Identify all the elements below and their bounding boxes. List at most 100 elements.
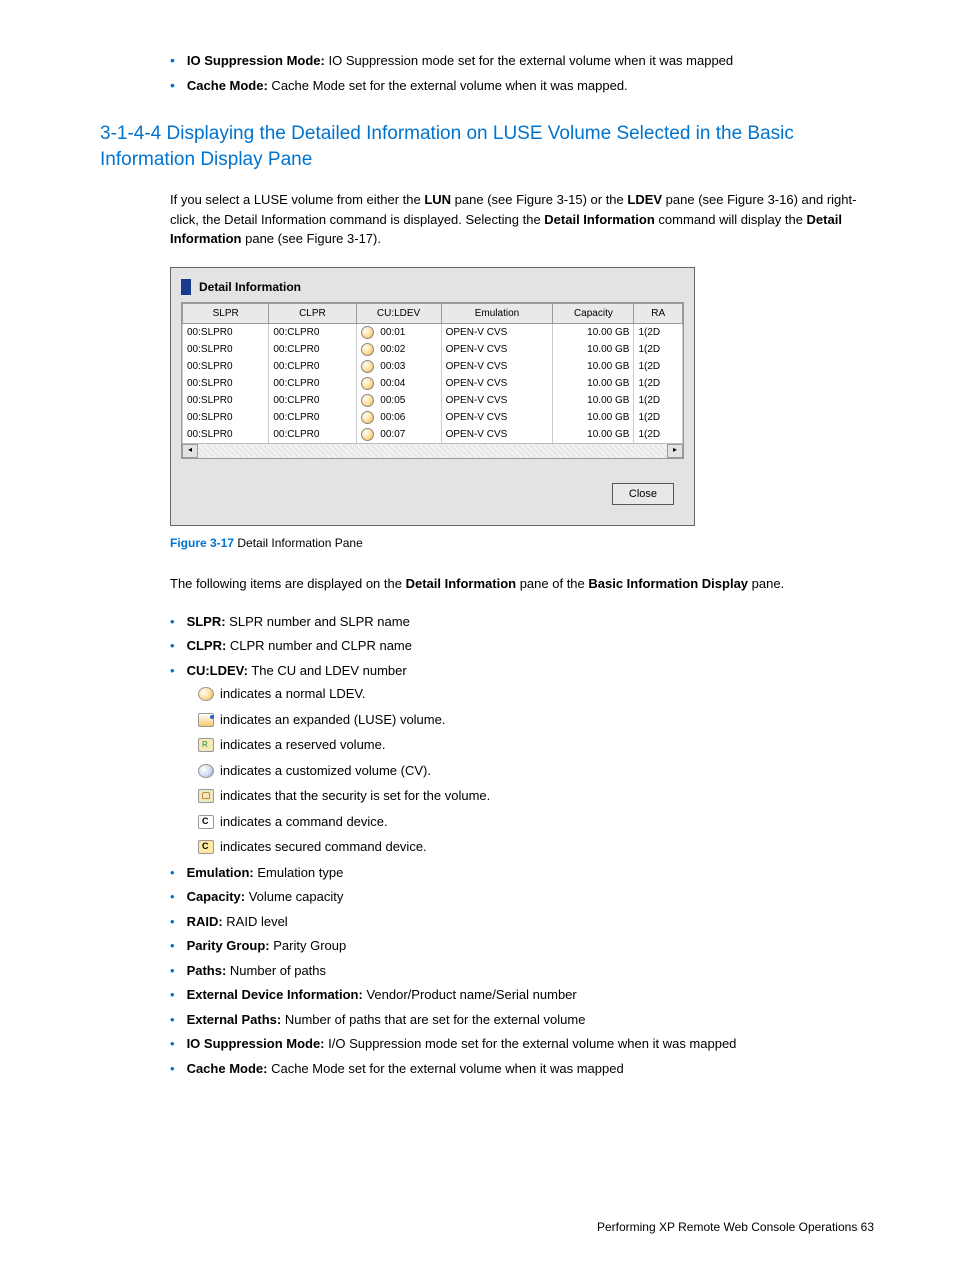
table-row[interactable]: 00:SLPR000:CLPR0 00:05OPEN-V CVS10.00 GB… <box>183 392 683 409</box>
cell-slpr: 00:SLPR0 <box>183 426 269 443</box>
ldev-icon <box>361 326 374 339</box>
item-text: Vendor/Product name/Serial number <box>363 987 577 1002</box>
basic-info-bold: Basic Information Display <box>588 576 748 591</box>
cell-ra: 1(2D <box>634 358 683 375</box>
column-header[interactable]: CU:LDEV <box>356 303 441 323</box>
legend-row: indicates a normal LDEV. <box>198 684 874 704</box>
after-figure-paragraph: The following items are displayed on the… <box>170 574 874 594</box>
text: The following items are displayed on the <box>170 576 406 591</box>
cell-ra: 1(2D <box>634 426 683 443</box>
list-item: CU:LDEV: The CU and LDEV numberindicates… <box>170 661 874 857</box>
item-label: Paths: <box>187 963 227 978</box>
table-row[interactable]: 00:SLPR000:CLPR0 00:07OPEN-V CVS10.00 GB… <box>183 426 683 443</box>
table-row[interactable]: 00:SLPR000:CLPR0 00:01OPEN-V CVS10.00 GB… <box>183 323 683 341</box>
horizontal-scrollbar[interactable]: ◂ ▸ <box>182 443 683 458</box>
cell-ra: 1(2D <box>634 323 683 341</box>
icon-legend: indicates a normal LDEV.indicates an exp… <box>198 684 874 857</box>
cell-cap: 10.00 GB <box>553 375 634 392</box>
legend-row: indicates that the security is set for t… <box>198 786 874 806</box>
figure-title-bar: Detail Information <box>181 278 684 296</box>
title-marker-icon <box>181 279 191 295</box>
list-item: Emulation: Emulation type <box>170 863 874 883</box>
table-row[interactable]: 00:SLPR000:CLPR0 00:04OPEN-V CVS10.00 GB… <box>183 375 683 392</box>
column-header[interactable]: CLPR <box>269 303 356 323</box>
scroll-track[interactable] <box>198 445 667 457</box>
cell-clpr: 00:CLPR0 <box>269 409 356 426</box>
item-text: Volume capacity <box>245 889 343 904</box>
cell-cap: 10.00 GB <box>553 426 634 443</box>
figure-number: Figure 3-17 <box>170 536 234 550</box>
item-label: Cache Mode: <box>187 1061 268 1076</box>
cell-emu: OPEN-V CVS <box>441 409 553 426</box>
item-text: I/O Suppression mode set for the externa… <box>325 1036 737 1051</box>
table-row[interactable]: 00:SLPR000:CLPR0 00:06OPEN-V CVS10.00 GB… <box>183 409 683 426</box>
figure-caption-text: Detail Information Pane <box>234 536 363 550</box>
list-item: Capacity: Volume capacity <box>170 887 874 907</box>
text: If you select a LUSE volume from either … <box>170 192 424 207</box>
cell-cap: 10.00 GB <box>553 392 634 409</box>
item-label: Parity Group: <box>187 938 270 953</box>
list-item: Parity Group: Parity Group <box>170 936 874 956</box>
cell-ldev: 00:06 <box>356 409 441 426</box>
field-descriptions-list: SLPR: SLPR number and SLPR nameCLPR: CLP… <box>170 612 874 1079</box>
cell-slpr: 00:SLPR0 <box>183 323 269 341</box>
item-text: Number of paths <box>226 963 326 978</box>
column-header[interactable]: Capacity <box>553 303 634 323</box>
list-item: Cache Mode: Cache Mode set for the exter… <box>170 75 874 96</box>
item-label: RAID: <box>187 914 223 929</box>
table-body: 00:SLPR000:CLPR0 00:01OPEN-V CVS10.00 GB… <box>183 323 683 443</box>
cell-slpr: 00:SLPR0 <box>183 409 269 426</box>
item-label: CU:LDEV: <box>187 663 248 678</box>
list-item: CLPR: CLPR number and CLPR name <box>170 636 874 656</box>
cell-emu: OPEN-V CVS <box>441 341 553 358</box>
cell-cap: 10.00 GB <box>553 358 634 375</box>
scroll-right-button[interactable]: ▸ <box>667 444 683 458</box>
scroll-left-button[interactable]: ◂ <box>182 444 198 458</box>
text: pane (see Figure 3-17). <box>242 231 381 246</box>
cell-ra: 1(2D <box>634 341 683 358</box>
list-item: RAID: RAID level <box>170 912 874 932</box>
table-row[interactable]: 00:SLPR000:CLPR0 00:02OPEN-V CVS10.00 GB… <box>183 341 683 358</box>
table-header-row[interactable]: SLPRCLPRCU:LDEVEmulationCapacityRA <box>183 303 683 323</box>
legend-text: indicates a customized volume (CV). <box>220 761 431 781</box>
item-text: Number of paths that are set for the ext… <box>281 1012 585 1027</box>
item-text: IO Suppression mode set for the external… <box>325 53 733 68</box>
item-label: Cache Mode: <box>187 78 268 93</box>
legend-row: indicates a customized volume (CV). <box>198 761 874 781</box>
cell-ra: 1(2D <box>634 392 683 409</box>
legend-text: indicates a reserved volume. <box>220 735 385 755</box>
item-text: Cache Mode set for the external volume w… <box>268 78 628 93</box>
item-label: IO Suppression Mode: <box>187 1036 325 1051</box>
cell-ra: 1(2D <box>634 375 683 392</box>
ldev-icon <box>361 411 374 424</box>
text: command will display the <box>655 212 807 227</box>
table-scroll-area[interactable]: SLPRCLPRCU:LDEVEmulationCapacityRA 00:SL… <box>181 302 684 459</box>
detail-info-label: Detail Information <box>544 212 655 227</box>
section-heading: 3-1-4-4 Displaying the Detailed Informat… <box>100 121 874 172</box>
list-item: Paths: Number of paths <box>170 961 874 981</box>
column-header[interactable]: SLPR <box>183 303 269 323</box>
item-text: Parity Group <box>270 938 347 953</box>
list-item: External Device Information: Vendor/Prod… <box>170 985 874 1005</box>
legend-row: indicates secured command device. <box>198 837 874 857</box>
column-header[interactable]: RA <box>634 303 683 323</box>
lun-label: LUN <box>424 192 451 207</box>
item-label: Emulation: <box>187 865 254 880</box>
close-button[interactable]: Close <box>612 483 674 506</box>
intro-paragraph: If you select a LUSE volume from either … <box>170 190 874 249</box>
column-header[interactable]: Emulation <box>441 303 553 323</box>
cell-clpr: 00:CLPR0 <box>269 323 356 341</box>
figure-title: Detail Information <box>199 278 301 296</box>
cell-cap: 10.00 GB <box>553 409 634 426</box>
item-text: SLPR number and SLPR name <box>226 614 410 629</box>
item-text: Emulation type <box>254 865 344 880</box>
cmd-icon <box>198 815 214 829</box>
item-text: RAID level <box>223 914 288 929</box>
ldev-icon <box>361 377 374 390</box>
cell-clpr: 00:CLPR0 <box>269 392 356 409</box>
cell-ra: 1(2D <box>634 409 683 426</box>
table-row[interactable]: 00:SLPR000:CLPR0 00:03OPEN-V CVS10.00 GB… <box>183 358 683 375</box>
cell-clpr: 00:CLPR0 <box>269 341 356 358</box>
list-item: IO Suppression Mode: I/O Suppression mod… <box>170 1034 874 1054</box>
cell-slpr: 00:SLPR0 <box>183 341 269 358</box>
